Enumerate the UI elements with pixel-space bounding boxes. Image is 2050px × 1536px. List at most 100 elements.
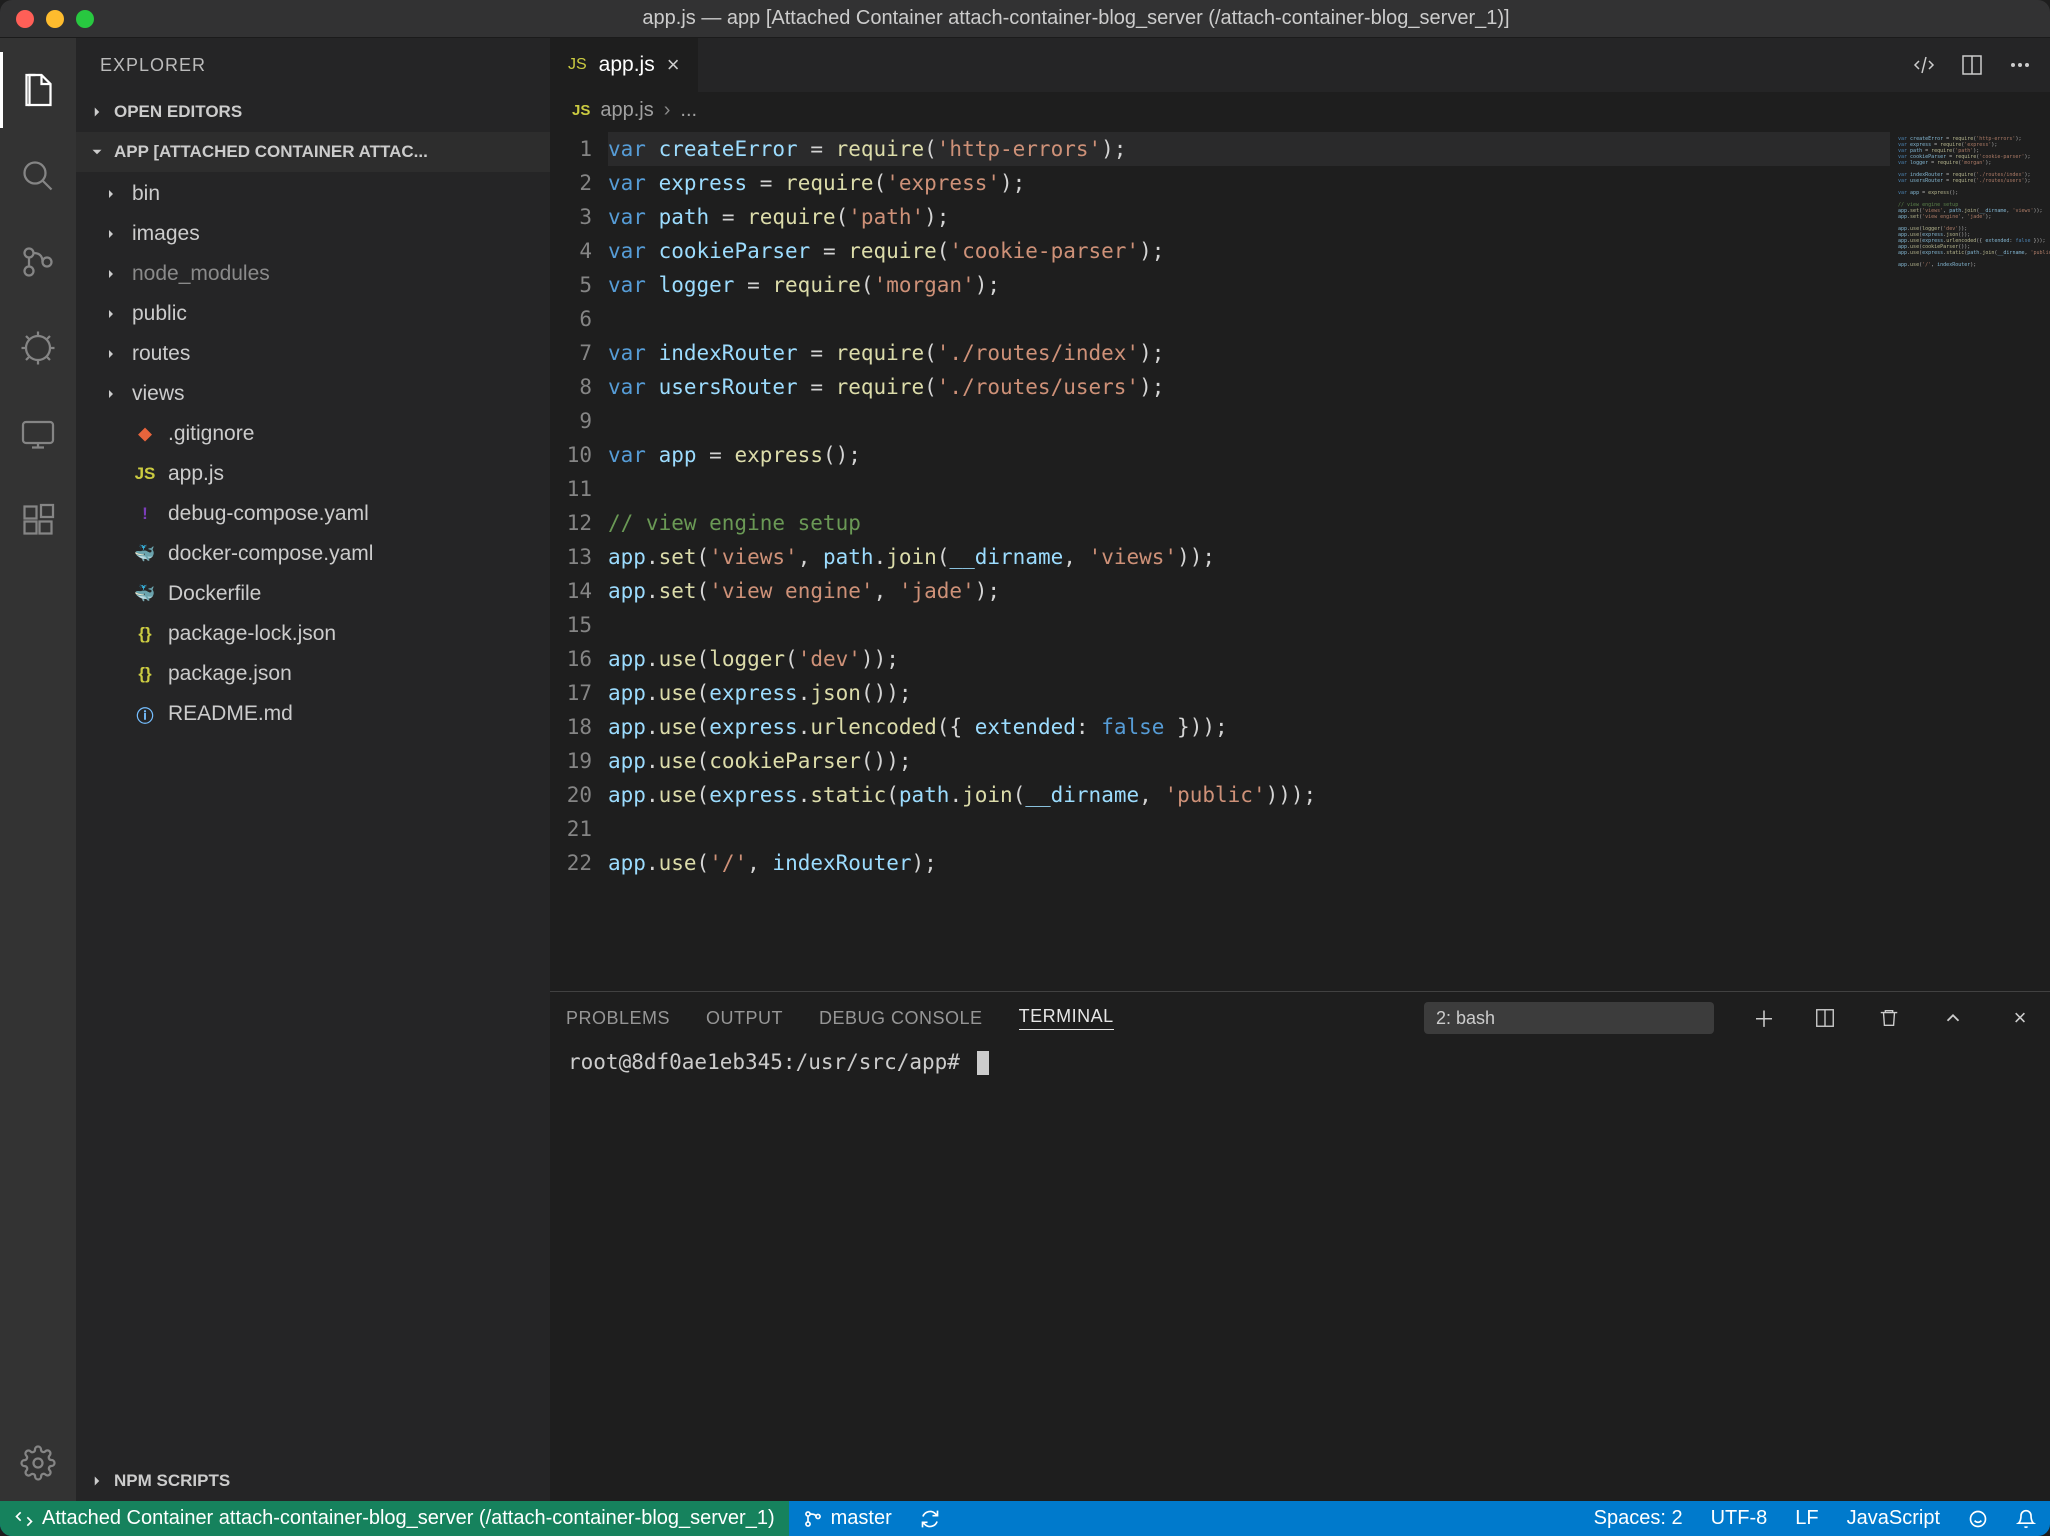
editor-area: JS app.js × JS app [550,38,2050,1501]
file--gitignore[interactable]: ◆ .gitignore [76,414,550,454]
file-Dockerfile[interactable]: 🐳 Dockerfile [76,574,550,614]
close-tab-icon[interactable]: × [667,52,680,78]
chevron-right-icon [100,226,122,242]
file-label: docker-compose.yaml [168,542,373,566]
folder-node_modules[interactable]: node_modules [76,254,550,294]
remote-status[interactable]: Attached Container attach-container-blog… [0,1501,789,1536]
compare-changes-icon[interactable] [1912,53,1936,77]
folder-label: bin [132,182,160,206]
feedback-icon[interactable] [1954,1501,2002,1536]
folder-views[interactable]: views [76,374,550,414]
file-label: .gitignore [168,422,254,446]
activity-bar [0,38,76,1501]
debug-console-tab[interactable]: DEBUG CONSOLE [819,1008,983,1029]
file-icon: {} [132,624,158,644]
chevron-right-icon [88,1472,106,1490]
notifications-icon[interactable] [2002,1501,2050,1536]
search-activity[interactable] [0,138,76,214]
terminal-tab[interactable]: TERMINAL [1019,1006,1114,1030]
file-icon: ⓘ [132,702,158,727]
chevron-right-icon [100,346,122,362]
more-actions-icon[interactable] [2008,53,2032,77]
language-status[interactable]: JavaScript [1833,1501,1954,1536]
file-label: Dockerfile [168,582,261,606]
file-label: package.json [168,662,292,686]
npm-scripts-section[interactable]: NPM SCRIPTS [76,1461,550,1501]
code-content[interactable]: var createError = require('http-errors')… [608,128,1890,991]
remote-explorer-activity[interactable] [0,396,76,472]
source-control-activity[interactable] [0,224,76,300]
maximize-window-button[interactable] [76,10,94,28]
terminal-prompt: root@8df0ae1eb345:/usr/src/app# [568,1050,960,1074]
encoding-status[interactable]: UTF-8 [1697,1501,1782,1536]
file-icon: 🐳 [132,584,158,604]
close-panel-icon[interactable]: × [2006,1005,2034,1031]
minimap[interactable]: var createError = require('http-errors')… [1890,128,2050,991]
file-icon: {} [132,664,158,684]
open-editors-section[interactable]: OPEN EDITORS [76,92,550,132]
terminal-body[interactable]: root@8df0ae1eb345:/usr/src/app# [550,1044,2050,1501]
file-label: app.js [168,462,224,486]
file-package-json[interactable]: {} package.json [76,654,550,694]
file-README-md[interactable]: ⓘREADME.md [76,694,550,734]
breadcrumb-more: ... [680,99,697,122]
terminal-cursor [977,1051,989,1075]
file-app-js[interactable]: JS app.js [76,454,550,494]
extensions-activity[interactable] [0,482,76,558]
file-icon: 🐳 [132,544,158,564]
chevron-right-icon [100,306,122,322]
chevron-right-icon [100,386,122,402]
line-gutter: 12345678910111213141516171819202122 [550,128,608,991]
folder-images[interactable]: images [76,214,550,254]
chevron-down-icon [88,143,106,161]
file-docker-compose-yaml[interactable]: 🐳 docker-compose.yaml [76,534,550,574]
terminal-selector[interactable]: 2: bash [1424,1002,1714,1034]
sidebar: EXPLORER OPEN EDITORS APP [ATTACHED CONT… [76,38,550,1501]
project-section[interactable]: APP [ATTACHED CONTAINER ATTAC... [76,132,550,172]
kill-terminal-icon[interactable] [1878,1007,1906,1029]
eol-status[interactable]: LF [1781,1501,1832,1536]
debug-activity[interactable] [0,310,76,386]
breadcrumb-file: app.js [600,99,653,122]
settings-activity[interactable] [0,1425,76,1501]
breadcrumb[interactable]: JS app.js › ... [550,92,2050,128]
file-label: debug-compose.yaml [168,502,369,526]
git-branch-status[interactable]: master [789,1501,906,1536]
chevron-right-icon [88,103,106,121]
explorer-activity[interactable] [0,52,76,128]
status-bar: Attached Container attach-container-blog… [0,1501,2050,1536]
npm-scripts-label: NPM SCRIPTS [114,1471,230,1491]
maximize-panel-icon[interactable] [1942,1007,1970,1029]
title-bar: app.js — app [Attached Container attach-… [0,0,2050,38]
branch-label: master [831,1507,892,1530]
output-tab[interactable]: OUTPUT [706,1008,783,1029]
minimize-window-button[interactable] [46,10,64,28]
folder-routes[interactable]: routes [76,334,550,374]
bottom-panel: PROBLEMS OUTPUT DEBUG CONSOLE TERMINAL 2… [550,991,2050,1501]
folder-label: node_modules [132,262,270,286]
file-icon: ◆ [132,424,158,444]
file-label: package-lock.json [168,622,336,646]
folder-public[interactable]: public [76,294,550,334]
folder-bin[interactable]: bin [76,174,550,214]
new-terminal-icon[interactable]: ＋ [1750,1002,1778,1034]
file-tree: bin images node_modulespublicroutes views ◆.… [76,172,550,736]
sidebar-title: EXPLORER [76,38,550,92]
file-icon: JS [132,464,158,484]
chevron-right-icon: › [664,99,671,122]
sync-status[interactable] [906,1501,954,1536]
indent-status[interactable]: Spaces: 2 [1580,1501,1697,1536]
tab-app-js[interactable]: JS app.js × [550,38,699,92]
split-editor-icon[interactable] [1960,53,1984,77]
file-debug-compose-yaml[interactable]: !debug-compose.yaml [76,494,550,534]
editor-body[interactable]: 12345678910111213141516171819202122 var … [550,128,2050,991]
folder-label: views [132,382,185,406]
chevron-right-icon [100,186,122,202]
file-package-lock-json[interactable]: {} package-lock.json [76,614,550,654]
tabs-row: JS app.js × [550,38,2050,92]
close-window-button[interactable] [16,10,34,28]
split-terminal-icon[interactable] [1814,1007,1842,1029]
tab-label: app.js [599,53,655,77]
problems-tab[interactable]: PROBLEMS [566,1008,670,1029]
folder-label: images [132,222,200,246]
